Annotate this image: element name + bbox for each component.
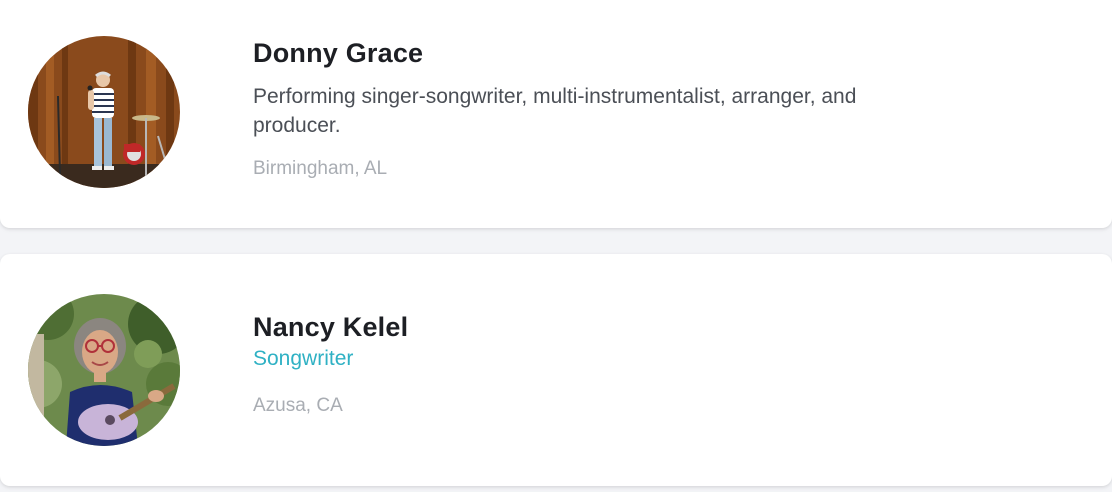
avatar[interactable] xyxy=(28,36,180,188)
profile-role: Songwriter xyxy=(253,347,354,370)
profile-card[interactable]: Donny Grace Performing singer-songwriter… xyxy=(0,0,1112,228)
profile-location: Azusa, CA xyxy=(253,395,343,416)
profile-card[interactable]: Nancy Kelel Songwriter Azusa, CA xyxy=(0,254,1112,486)
profile-bio: Performing singer-songwriter, multi-inst… xyxy=(253,85,857,137)
profile-location: Birmingham, AL xyxy=(253,158,388,179)
profile-name[interactable]: Nancy Kelel xyxy=(253,310,893,344)
avatar[interactable] xyxy=(28,294,180,446)
profile-info: Nancy Kelel Songwriter Azusa, CA xyxy=(253,310,893,419)
profile-info: Donny Grace Performing singer-songwriter… xyxy=(253,36,893,182)
performer-photo xyxy=(28,36,180,188)
profile-name[interactable]: Donny Grace xyxy=(253,36,893,70)
woman-with-guitar-photo xyxy=(28,294,180,446)
